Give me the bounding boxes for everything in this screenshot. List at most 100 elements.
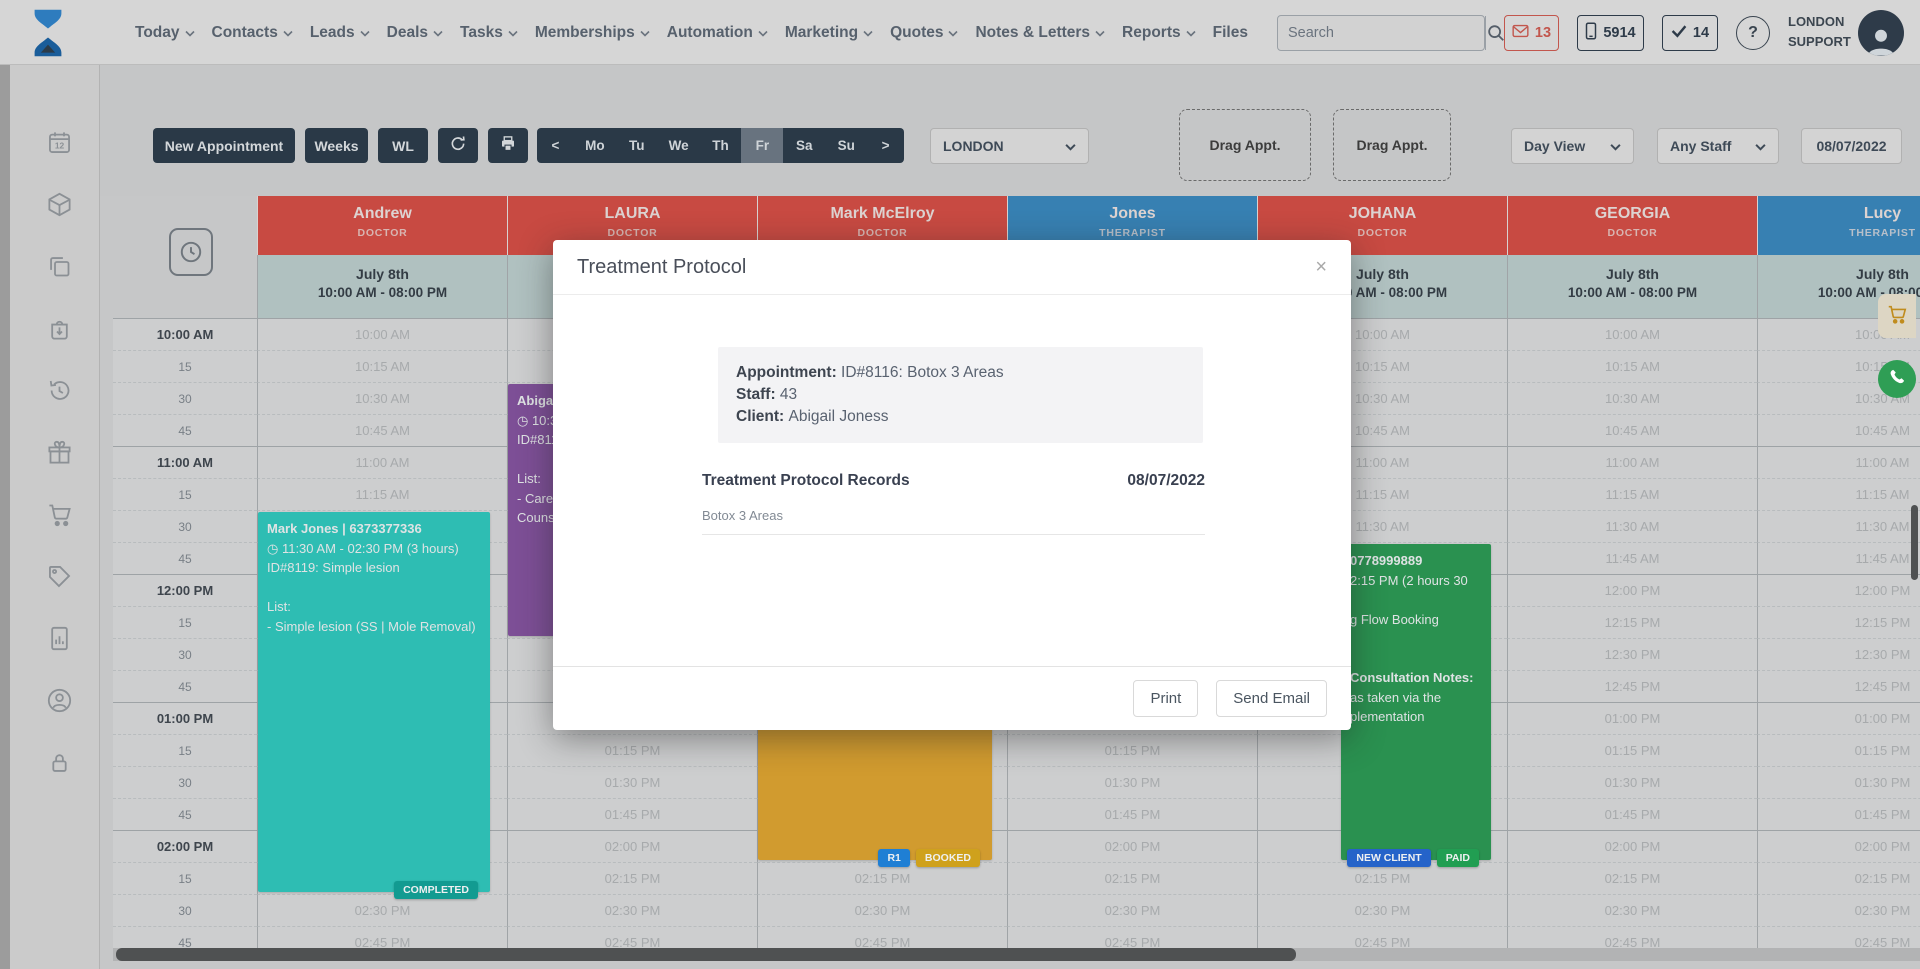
day-tab-prev[interactable]: < [537, 128, 574, 163]
time-slot-cell[interactable]: 01:00 PM [1507, 702, 1757, 734]
time-slot-cell[interactable]: 02:30 PM [1007, 894, 1257, 926]
nav-item-files[interactable]: Files [1213, 24, 1248, 42]
refresh-button[interactable] [438, 128, 478, 163]
new-appointment-button[interactable]: New Appointment [153, 128, 295, 163]
horizontal-scrollbar[interactable] [113, 948, 1920, 961]
time-slot-cell[interactable]: 02:45 PM [257, 926, 507, 948]
hourglass-logo-icon[interactable] [28, 8, 68, 58]
time-slot-cell[interactable]: 01:30 PM [1007, 766, 1257, 798]
package-icon[interactable] [42, 187, 76, 221]
time-slot-cell[interactable]: 01:00 PM [1757, 702, 1920, 734]
time-slot-cell[interactable]: 02:15 PM [1507, 862, 1757, 894]
gift-icon[interactable] [42, 435, 76, 469]
time-slot-cell[interactable]: 11:15 AM [257, 478, 507, 510]
time-slot-cell[interactable]: 02:30 PM [1257, 894, 1507, 926]
day-tab-we[interactable]: We [658, 128, 700, 163]
time-slot-cell[interactable]: 02:00 PM [507, 830, 757, 862]
time-slot-cell[interactable]: 11:30 AM [1757, 510, 1920, 542]
print-button[interactable] [488, 128, 528, 163]
staff-filter-select[interactable]: Any Staff [1657, 128, 1779, 164]
time-slot-cell[interactable]: 10:45 AM [257, 414, 507, 446]
user-circle-icon[interactable] [42, 683, 76, 717]
time-slot-cell[interactable]: 01:15 PM [1007, 734, 1257, 766]
nav-item-reports[interactable]: Reports [1122, 24, 1196, 42]
nav-item-today[interactable]: Today [135, 24, 195, 42]
bag-download-icon[interactable] [42, 311, 76, 345]
day-tab-tu[interactable]: Tu [616, 128, 658, 163]
nav-item-automation[interactable]: Automation [667, 24, 768, 42]
user-avatar-icon[interactable] [1858, 10, 1904, 56]
weeks-button[interactable]: Weeks [305, 128, 368, 163]
time-slot-cell[interactable]: 02:15 PM [1007, 862, 1257, 894]
horizontal-scrollbar-thumb[interactable] [116, 948, 1296, 961]
staff-header-lucy[interactable]: LucyTHERAPIST [1757, 196, 1920, 255]
time-slot-cell[interactable]: 02:45 PM [1757, 926, 1920, 948]
view-select[interactable]: Day View [1511, 128, 1634, 164]
time-slot-cell[interactable]: 01:30 PM [1757, 766, 1920, 798]
time-slot-cell[interactable]: 01:30 PM [1507, 766, 1757, 798]
time-slot-cell[interactable]: 01:15 PM [1757, 734, 1920, 766]
cart-fab[interactable] [1878, 294, 1916, 338]
time-slot-cell[interactable]: 11:15 AM [1507, 478, 1757, 510]
time-slot-cell[interactable]: 11:00 AM [257, 446, 507, 478]
time-slot-cell[interactable]: 12:45 PM [1757, 670, 1920, 702]
time-slot-cell[interactable]: 01:45 PM [1007, 798, 1257, 830]
time-slot-cell[interactable]: 02:45 PM [1257, 926, 1507, 948]
time-slot-cell[interactable]: 01:45 PM [1507, 798, 1757, 830]
time-slot-cell[interactable]: 11:45 AM [1507, 542, 1757, 574]
time-slot-cell[interactable]: 12:15 PM [1757, 606, 1920, 638]
search-input[interactable] [1278, 16, 1485, 50]
time-slot-cell[interactable]: 11:30 AM [1507, 510, 1757, 542]
time-slot-cell[interactable]: 02:00 PM [1007, 830, 1257, 862]
send-email-button[interactable]: Send Email [1216, 680, 1327, 717]
time-slot-cell[interactable]: 02:30 PM [507, 894, 757, 926]
day-tab-th[interactable]: Th [700, 128, 742, 163]
time-slot-cell[interactable]: 10:15 AM [257, 350, 507, 382]
nav-item-quotes[interactable]: Quotes [890, 24, 958, 42]
calendar-icon[interactable]: 12 [42, 125, 76, 159]
wl-button[interactable]: WL [378, 128, 428, 163]
time-slot-cell[interactable]: 12:00 PM [1507, 574, 1757, 606]
time-slot-cell[interactable]: 02:15 PM [1757, 862, 1920, 894]
time-slot-cell[interactable]: 10:45 AM [1507, 414, 1757, 446]
copy-icon[interactable] [42, 249, 76, 283]
time-slot-cell[interactable]: 01:45 PM [1757, 798, 1920, 830]
time-slot-cell[interactable]: 02:45 PM [1507, 926, 1757, 948]
nav-item-marketing[interactable]: Marketing [785, 24, 873, 42]
time-slot-cell[interactable]: 11:00 AM [1507, 446, 1757, 478]
time-slot-cell[interactable]: 02:00 PM [1507, 830, 1757, 862]
time-slot-cell[interactable]: 11:45 AM [1757, 542, 1920, 574]
drag-appointment-slot-1[interactable]: Drag Appt. [1179, 109, 1311, 181]
time-slot-cell[interactable]: 10:00 AM [1507, 318, 1757, 350]
time-slot-cell[interactable]: 12:30 PM [1507, 638, 1757, 670]
staff-header-andrew[interactable]: AndrewDOCTOR [257, 196, 507, 255]
time-slot-cell[interactable]: 02:45 PM [1007, 926, 1257, 948]
appointment-mark-jones[interactable]: Mark Jones | 6373377336◷ 11:30 AM - 02:3… [258, 512, 490, 892]
date-picker[interactable]: 08/07/2022 [1801, 128, 1902, 164]
time-slot-cell[interactable]: 02:30 PM [1507, 894, 1757, 926]
lock-icon[interactable] [42, 745, 76, 779]
search-icon[interactable] [1485, 16, 1506, 50]
time-slot-cell[interactable]: 12:15 PM [1507, 606, 1757, 638]
treatment-record-item[interactable]: Botox 3 Areas [702, 508, 1205, 535]
day-tab-mo[interactable]: Mo [574, 128, 616, 163]
time-slot-cell[interactable]: 02:30 PM [757, 894, 1007, 926]
nav-item-contacts[interactable]: Contacts [212, 24, 293, 42]
cart-icon[interactable] [42, 497, 76, 531]
nav-item-tasks[interactable]: Tasks [460, 24, 518, 42]
time-slot-cell[interactable]: 02:15 PM [507, 862, 757, 894]
time-slot-cell[interactable]: 10:00 AM [257, 318, 507, 350]
vertical-scrollbar-thumb[interactable] [1911, 505, 1918, 580]
day-tab-sa[interactable]: Sa [783, 128, 825, 163]
time-slot-cell[interactable]: 11:15 AM [1757, 478, 1920, 510]
nav-item-deals[interactable]: Deals [387, 24, 443, 42]
time-slot-cell[interactable]: 10:15 AM [1507, 350, 1757, 382]
working-hours-clock-icon[interactable] [169, 228, 213, 276]
staff-header-georgia[interactable]: GEORGIADOCTOR [1507, 196, 1757, 255]
report-doc-icon[interactable] [42, 621, 76, 655]
time-slot-cell[interactable]: 10:30 AM [1507, 382, 1757, 414]
print-record-button[interactable]: Print [1133, 680, 1198, 717]
time-slot-cell[interactable]: 02:00 PM [1757, 830, 1920, 862]
time-slot-cell[interactable]: 01:15 PM [507, 734, 757, 766]
help-button[interactable]: ? [1736, 16, 1770, 50]
